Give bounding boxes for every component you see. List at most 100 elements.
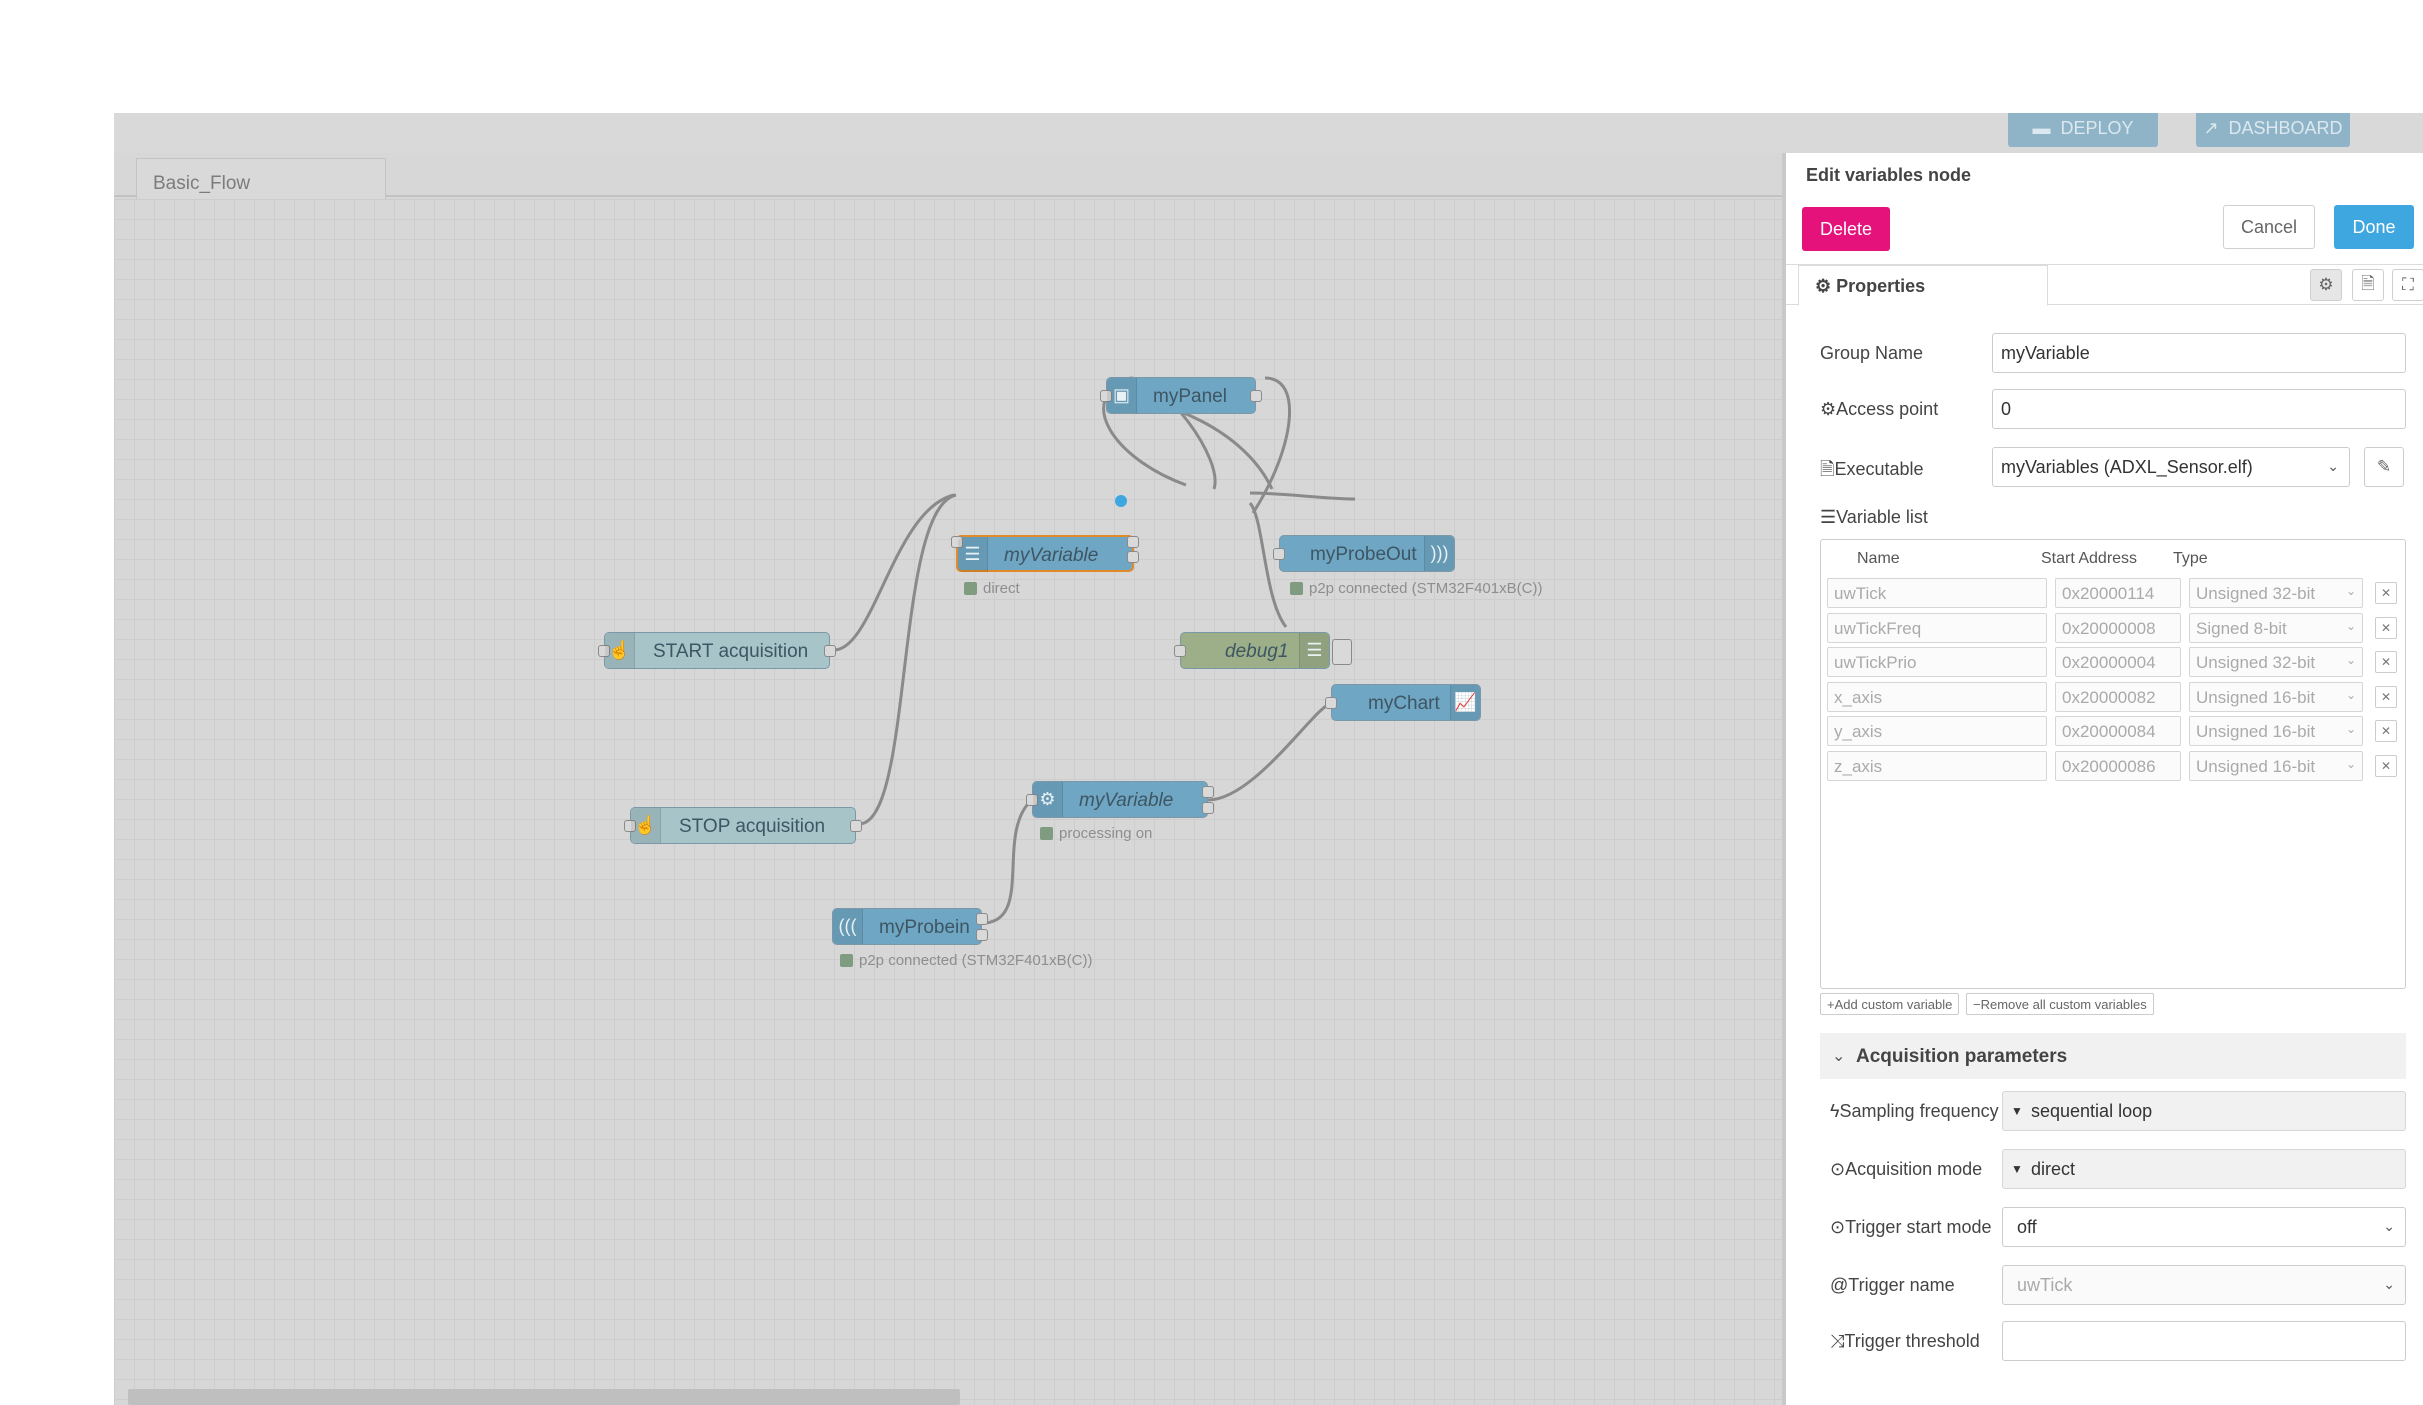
variable-type-select[interactable]: Unsigned 16-bit ⌄ [2189, 716, 2363, 746]
remove-variable-close-icon[interactable]: ✕ [2375, 582, 2397, 604]
variable-type-select[interactable]: Signed 8-bit ⌄ [2189, 613, 2363, 643]
trigger-start-mode-select[interactable]: off ⌄ [2002, 1207, 2406, 1247]
table-row: z_axis 0x20000086 Unsigned 16-bit ⌄ ✕ [1827, 751, 2399, 781]
at-sign-icon: @ [1830, 1275, 1849, 1295]
node-stop-acquisition[interactable]: ☝ STOP acquisition [624, 807, 862, 844]
file-icon: 🗎 [1820, 459, 1835, 479]
access-point-input[interactable]: 0 [1992, 389, 2406, 429]
node-start-acquisition[interactable]: ☝ START acquisition [598, 632, 836, 669]
variable-name-input[interactable]: uwTick [1827, 578, 2047, 608]
node-mychart[interactable]: 📈 myChart [1325, 684, 1481, 721]
shuffle-icon: ⤨ [1830, 1331, 1845, 1351]
wire [1249, 491, 1356, 501]
settings-tab-gear-icon[interactable]: ⚙ [2310, 269, 2342, 301]
status-myprobeout: p2p connected (STM32F401xB(C)) [1290, 580, 1542, 597]
variable-table: Name Start Address Type uwTick 0x2000011… [1820, 539, 2406, 989]
remove-variable-close-icon[interactable]: ✕ [2375, 617, 2397, 639]
access-point-label: ⚙Access point [1820, 399, 1939, 419]
appearance-tab-frame-icon[interactable]: ⛶ [2392, 269, 2423, 301]
node-myvariable-processing[interactable]: ⚙ myVariable [1026, 781, 1214, 818]
sampling-frequency-typed-input[interactable]: ▼ sequential loop [2002, 1091, 2406, 1131]
group-name-label: Group Name [1820, 343, 1924, 363]
node-myprobein[interactable]: ((( myProbein [832, 908, 988, 945]
deploy-label: DEPLOY [2060, 118, 2134, 138]
variable-name-input[interactable]: x_axis [1827, 682, 2047, 712]
done-button[interactable]: Done [2334, 205, 2414, 249]
node-mypanel[interactable]: ▣ myPanel [1100, 377, 1262, 414]
variable-address-input[interactable]: 0x20000082 [2055, 682, 2181, 712]
variable-name-input[interactable]: uwTickPrio [1827, 647, 2047, 677]
remove-all-custom-variables-button[interactable]: −Remove all custom variables [1966, 993, 2154, 1015]
table-row: uwTickPrio 0x20000004 Unsigned 32-bit ⌄ ✕ [1827, 647, 2399, 677]
node-myprobeout[interactable]: ))) myProbeOut [1273, 535, 1455, 572]
variable-address-input[interactable]: 0x20000086 [2055, 751, 2181, 781]
dashboard-button[interactable]: ↗ DASHBOARD [2196, 113, 2350, 147]
acquisition-mode-typed-input[interactable]: ▼ direct [2002, 1149, 2406, 1189]
cancel-button[interactable]: Cancel [2223, 205, 2315, 249]
list-icon: ☰ [1299, 633, 1329, 668]
acquisition-parameters-section-toggle[interactable]: ⌄ Acquisition parameters [1820, 1033, 2406, 1079]
variable-type-select[interactable]: Unsigned 16-bit ⌄ [2189, 751, 2363, 781]
chevron-down-icon: ⌄ [2383, 1218, 2395, 1234]
col-header-type: Type [2173, 550, 2208, 567]
dashboard-label: DASHBOARD [2228, 118, 2343, 138]
variable-address-input[interactable]: 0x20000004 [2055, 647, 2181, 677]
table-row: y_axis 0x20000084 Unsigned 16-bit ⌄ ✕ [1827, 716, 2399, 746]
wire [1207, 702, 1331, 802]
remove-variable-close-icon[interactable]: ✕ [2375, 720, 2397, 742]
trigger-threshold-input[interactable] [2002, 1321, 2406, 1361]
horizontal-scrollbar[interactable] [128, 1389, 960, 1405]
node-myvariable-direct[interactable]: ☰ myVariable [951, 535, 1139, 572]
col-header-name: Name [1857, 550, 1900, 567]
signal-icon: ))) [1424, 536, 1454, 571]
table-row: uwTick 0x20000114 Unsigned 32-bit ⌄ ✕ [1827, 578, 2399, 608]
tray-tabs: ⚙ Properties ⚙ 🗎 ⛶ [1786, 265, 2423, 306]
remove-variable-close-icon[interactable]: ✕ [2375, 651, 2397, 673]
caret-down-icon: ▼ [2011, 1162, 2023, 1176]
chevron-down-icon: ⌄ [2327, 458, 2339, 474]
gear-icon: ⚙ [1033, 782, 1063, 817]
lightning-icon: ϟ [1830, 1101, 1840, 1121]
deploy-button[interactable]: ▬ DEPLOY [2008, 113, 2158, 147]
description-tab-doc-icon[interactable]: 🗎 [2352, 269, 2384, 301]
remove-variable-close-icon[interactable]: ✕ [2375, 755, 2397, 777]
remove-variable-close-icon[interactable]: ✕ [2375, 686, 2397, 708]
chart-icon: 📈 [1450, 685, 1480, 720]
variable-address-input[interactable]: 0x20000114 [2055, 578, 2181, 608]
flow-workspace: Basic_Flow ▣ myPanel ☰ myVariable direct… [114, 153, 1782, 1405]
status-myvariable-direct: direct [964, 580, 1020, 597]
variable-type-select[interactable]: Unsigned 32-bit ⌄ [2189, 578, 2363, 608]
chevron-down-icon: ⌄ [2383, 1276, 2395, 1292]
wires-layer [833, 376, 1356, 925]
add-custom-variable-button[interactable]: +Add custom variable [1820, 993, 1960, 1015]
workspace-tab-bar: Basic_Flow [114, 153, 1782, 199]
caret-down-icon: ▼ [2011, 1104, 2023, 1118]
tray-toolbar: Delete Cancel Done [1786, 195, 2423, 265]
executable-select[interactable]: myVariables (ADXL_Sensor.elf) ⌄ [1992, 447, 2350, 487]
edit-executable-pencil-icon[interactable]: ✎ [2364, 447, 2404, 487]
flow-canvas[interactable]: ▣ myPanel ☰ myVariable direct ))) myProb… [114, 199, 1782, 1405]
variable-address-input[interactable]: 0x20000008 [2055, 613, 2181, 643]
hand-pointer-icon: ☝ [605, 633, 635, 668]
panel-icon: ▣ [1107, 378, 1137, 413]
variable-address-input[interactable]: 0x20000084 [2055, 716, 2181, 746]
variable-name-input[interactable]: uwTickFreq [1827, 613, 2047, 643]
variable-type-select[interactable]: Unsigned 32-bit ⌄ [2189, 647, 2363, 677]
wire-handle [1115, 495, 1127, 507]
debug-toggle-button[interactable] [1332, 639, 1352, 665]
trigger-threshold-label: ⤨Trigger threshold [1830, 1331, 1980, 1351]
group-name-input[interactable]: myVariable [1992, 333, 2406, 373]
variable-name-input[interactable]: y_axis [1827, 716, 2047, 746]
tab-properties[interactable]: ⚙ Properties [1798, 265, 2048, 306]
tab-basic-flow[interactable]: Basic_Flow [136, 158, 386, 199]
variable-name-input[interactable]: z_axis [1827, 751, 2047, 781]
delete-button[interactable]: Delete [1802, 207, 1890, 251]
list-icon: ☰ [1820, 507, 1837, 527]
wire [858, 493, 957, 826]
node-debug1[interactable]: ☰ debug1 [1174, 632, 1330, 669]
wire [833, 493, 955, 652]
variable-type-select[interactable]: Unsigned 16-bit ⌄ [2189, 682, 2363, 712]
header-bar: ▬ DEPLOY ↗ DASHBOARD [114, 113, 2423, 153]
trigger-name-select[interactable]: uwTick ⌄ [2002, 1265, 2406, 1305]
minus-icon: − [1973, 997, 1981, 1012]
